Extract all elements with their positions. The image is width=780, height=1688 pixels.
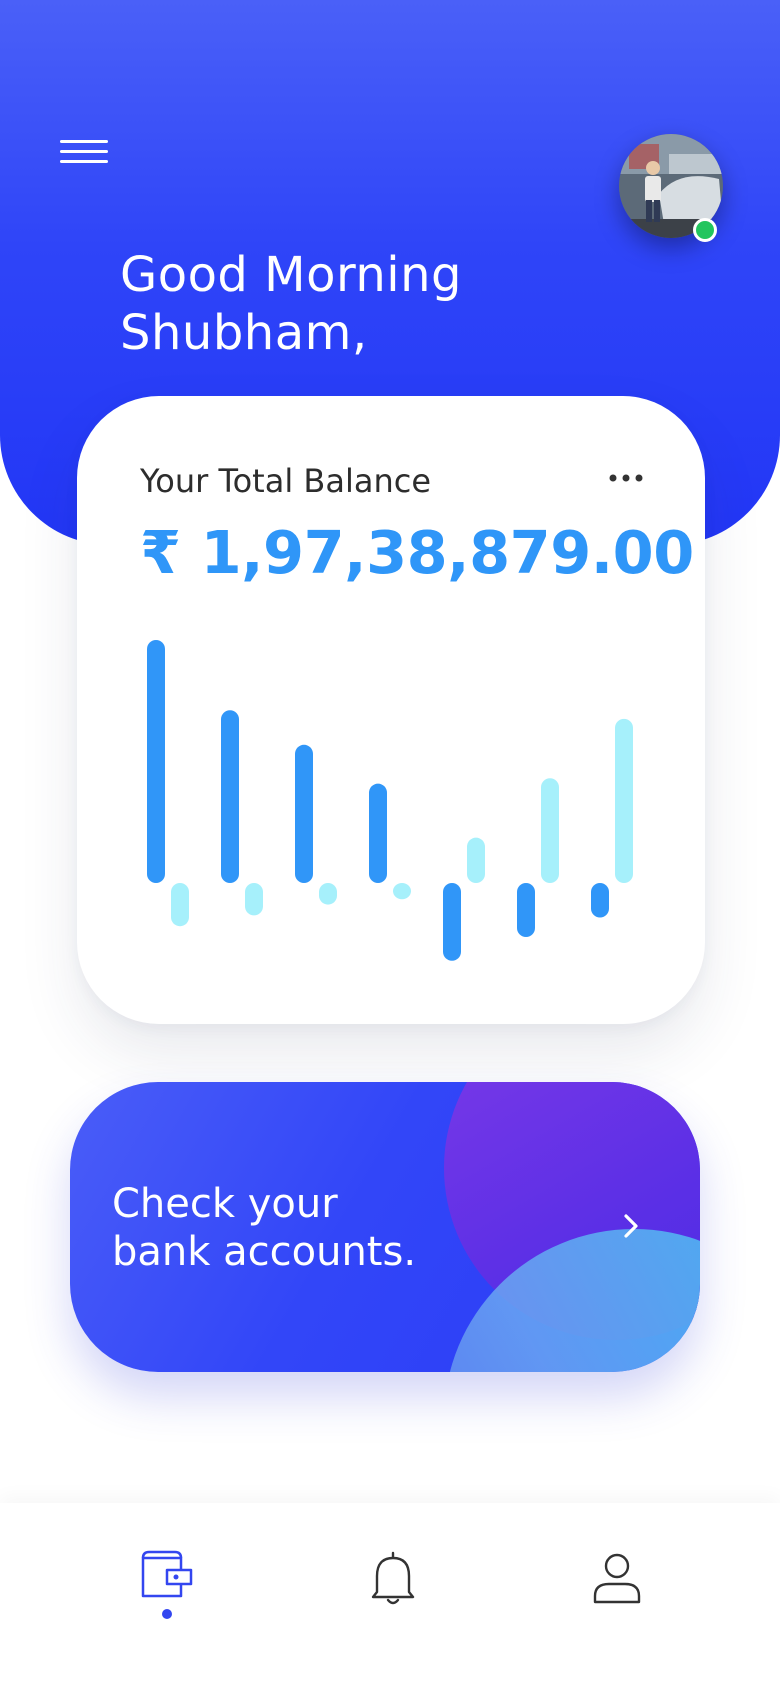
check-bank-accounts-card[interactable]: Check your bank accounts. xyxy=(70,1082,700,1372)
active-tab-indicator xyxy=(162,1609,172,1619)
greeting-text: Good Morning Shubham, xyxy=(120,246,462,362)
greeting-line-1: Good Morning xyxy=(120,247,462,303)
chart-bar-s1-5 xyxy=(443,883,461,961)
chart-bar-s1-7 xyxy=(591,883,609,918)
chart-bar-s1-3 xyxy=(295,744,313,883)
chart-bar-s2-7 xyxy=(615,718,633,883)
promo-text: Check your bank accounts. xyxy=(112,1180,416,1276)
nav-notifications[interactable] xyxy=(363,1550,423,1610)
chart-bar-s2-2 xyxy=(245,883,263,916)
chevron-right-icon[interactable] xyxy=(616,1211,646,1241)
chart-bar-s2-4 xyxy=(393,883,411,900)
bell-icon xyxy=(371,1551,415,1605)
balance-card: Your Total Balance ₹ 1,97,38,879.00 xyxy=(77,396,705,1024)
promo-line-1: Check your xyxy=(112,1181,338,1227)
balance-chart xyxy=(147,640,633,961)
chart-bar-s1-6 xyxy=(517,883,535,937)
online-status-indicator xyxy=(693,218,717,242)
hamburger-menu-icon[interactable] xyxy=(60,140,110,170)
greeting-line-2: Shubham, xyxy=(120,305,368,361)
promo-line-2: bank accounts. xyxy=(112,1229,417,1275)
chart-bar-s2-5 xyxy=(467,837,485,883)
wallet-icon xyxy=(141,1550,193,1598)
chart-bar-s2-3 xyxy=(319,883,337,905)
nav-profile[interactable] xyxy=(587,1550,647,1610)
nav-wallet[interactable] xyxy=(137,1550,197,1610)
chart-bar-s2-6 xyxy=(541,778,559,883)
chart-bar-s2-1 xyxy=(171,883,189,927)
user-icon xyxy=(593,1553,641,1604)
bottom-navigation xyxy=(0,1503,780,1688)
chart-bar-s1-1 xyxy=(147,640,165,883)
chart-bar-s1-4 xyxy=(369,783,387,883)
chart-bar-s1-2 xyxy=(221,710,239,883)
